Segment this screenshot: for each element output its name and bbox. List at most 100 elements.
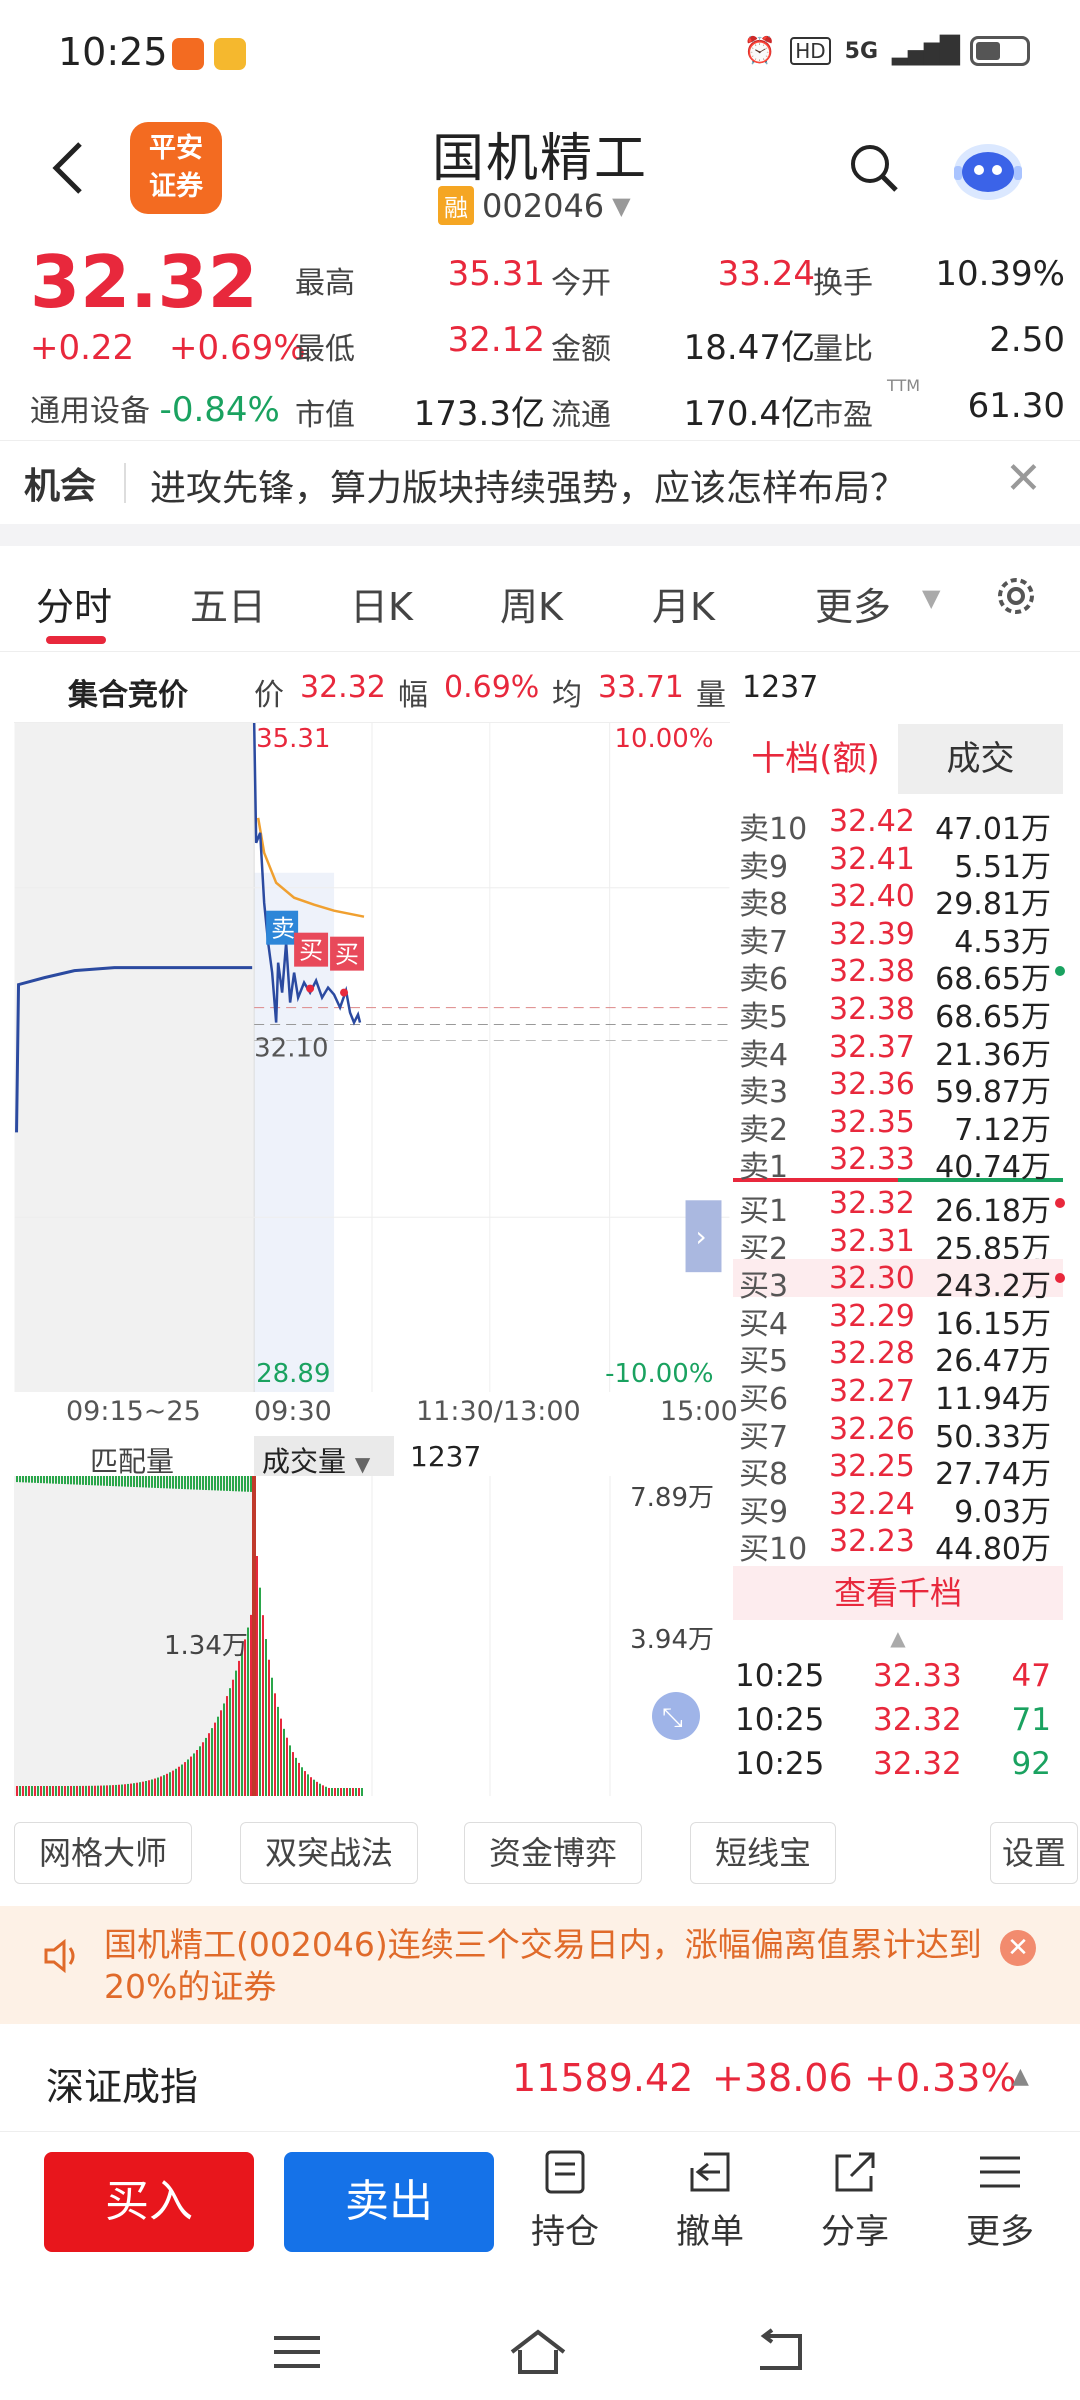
news-divider	[124, 463, 126, 503]
close-icon[interactable]: ✕	[1000, 1930, 1036, 1966]
share-button[interactable]: 分享	[805, 2148, 905, 2253]
buy-level-row[interactable]: 买1 32.32 26.18万	[733, 1184, 1065, 1229]
level-price: 32.26	[829, 1411, 915, 1447]
buy-level-row[interactable]: 买4 32.29 16.15万	[733, 1297, 1063, 1342]
buy-level-row[interactable]: 买9 32.24 9.03万	[733, 1485, 1063, 1530]
trade-volume-bar	[283, 1728, 285, 1796]
auction-volume-bar	[145, 1780, 147, 1796]
match-volume-bar	[220, 1476, 222, 1491]
sell-level-row[interactable]: 卖8 32.40 29.81万	[733, 877, 1063, 922]
match-volume-bar	[124, 1476, 126, 1487]
recent-apps-icon[interactable]	[272, 2332, 322, 2372]
index-ticker[interactable]: 深证成指 11589.42 +38.06 +0.33% ▲	[0, 2024, 1080, 2132]
buy-level-row[interactable]: 买3 32.30 243.2万	[733, 1259, 1065, 1304]
tab-ten-levels[interactable]: 十档(额)	[733, 724, 898, 794]
auction-volume-bar	[40, 1785, 42, 1796]
tab-daily-k[interactable]: 日K	[350, 576, 413, 631]
gear-icon[interactable]	[990, 570, 1042, 622]
sell-levels: 卖10 32.42 47.01万 卖9 32.41 5.51万 卖8 32.40 29.81万卖…	[733, 794, 1065, 1185]
back-nav-icon[interactable]	[752, 2328, 808, 2376]
index-value: 11589.42	[512, 2056, 694, 2100]
signal-label: 5G	[844, 38, 879, 64]
auction-volume-bar	[163, 1775, 165, 1796]
status-indicators: ⏰ HD 5G ▂▄▆█	[744, 36, 1030, 66]
sell-level-row[interactable]: 卖2 32.35 7.12万	[733, 1103, 1063, 1148]
buy-level-row[interactable]: 买10 32.23 44.80万	[733, 1522, 1063, 1567]
trade-volume-bar	[310, 1777, 312, 1796]
volume-type-selector[interactable]: 成交量 ▼	[254, 1436, 394, 1478]
robot-assistant-icon[interactable]	[948, 128, 1028, 208]
trade-volume-bar	[352, 1788, 354, 1796]
tab-intraday[interactable]: 分时	[36, 576, 112, 631]
tab-five-day[interactable]: 五日	[190, 576, 266, 631]
sell-level-row[interactable]: 卖9 32.41 5.51万	[733, 840, 1063, 885]
change-pct: +0.69%	[169, 328, 306, 368]
level-side: 卖1	[739, 1150, 789, 1186]
match-volume-bar	[223, 1476, 225, 1491]
sell-level-row[interactable]: 卖6 32.38 68.65万	[733, 952, 1065, 997]
sell-level-row[interactable]: 卖5 32.38 68.65万	[733, 990, 1063, 1035]
sector-name: 通用设备	[30, 394, 150, 429]
more-menu-button[interactable]: 更多	[950, 2148, 1050, 2253]
tool-double-breakout[interactable]: 双突战法	[240, 1822, 418, 1884]
tool-short-term[interactable]: 短线宝	[690, 1822, 836, 1884]
tool-fund-game[interactable]: 资金博弈	[464, 1822, 642, 1884]
stat-value: 10.39%	[935, 254, 1065, 294]
sell-level-row[interactable]: 卖7 32.39 4.53万	[733, 915, 1063, 960]
trade-volume-bar	[325, 1786, 327, 1796]
auction-volume-bar	[85, 1785, 87, 1796]
sell-level-row[interactable]: 卖10 32.42 47.01万	[733, 802, 1063, 847]
search-icon[interactable]	[848, 142, 900, 194]
news-banner[interactable]: 机会 进攻先锋，算力版块持续强势，应该怎样布局？ ✕	[0, 440, 1080, 524]
up-arrow-icon[interactable]: ▲	[733, 1620, 1063, 1656]
low-label: 28.89	[256, 1359, 330, 1389]
buy-level-row[interactable]: 买6 32.27 11.94万	[733, 1372, 1063, 1417]
buy-level-row[interactable]: 买2 32.31 25.85万	[733, 1222, 1063, 1267]
level-price: 32.35	[829, 1104, 915, 1140]
more-label: 更多	[966, 2212, 1034, 2252]
buy-button[interactable]: 买入	[44, 2152, 254, 2252]
risk-alert-banner[interactable]: 国机精工(002046)连续三个交易日内，涨幅偏离值累计达到20%的证券 ✕	[0, 1906, 1080, 2024]
menu-icon	[980, 2156, 1020, 2188]
match-volume-bar	[115, 1476, 117, 1487]
buy-level-row[interactable]: 买5 32.28 26.47万	[733, 1334, 1063, 1379]
tab-weekly-k[interactable]: 周K	[500, 576, 563, 631]
stock-code-selector[interactable]: 融 002046 ▼	[438, 186, 631, 225]
match-volume-bar	[175, 1476, 177, 1489]
match-volume-bar	[136, 1476, 138, 1488]
tool-grid-master[interactable]: 网格大师	[14, 1822, 192, 1884]
cancel-order-button[interactable]: 撤单	[660, 2148, 760, 2253]
intraday-price-chart[interactable]: 卖 买 买 35.31 10.00% 32.10 28.89 -10.00% ›	[14, 722, 730, 1392]
auction-vol-label: 量	[696, 678, 726, 713]
trade-vol: 47	[1011, 1657, 1051, 1694]
trade-volume-bar	[277, 1706, 279, 1796]
chevron-down-icon[interactable]: ▼	[922, 584, 940, 612]
trade-volume-bar	[340, 1788, 342, 1796]
time-label: 11:30/13:00	[416, 1396, 581, 1427]
news-text[interactable]: 进攻先锋，算力版块持续强势，应该怎样布局？	[150, 459, 906, 511]
close-icon[interactable]: ✕	[1005, 453, 1042, 504]
stat-label: 最低	[295, 332, 355, 367]
system-nav-bar	[0, 2302, 1080, 2400]
sell-level-row[interactable]: 卖4 32.37 21.36万	[733, 1028, 1063, 1073]
chevron-up-icon[interactable]: ▲	[1012, 2064, 1029, 2089]
buy-level-row[interactable]: 买7 32.26 50.33万	[733, 1410, 1063, 1455]
tab-more[interactable]: 更多	[815, 576, 891, 631]
tool-settings[interactable]: 设置	[990, 1822, 1078, 1884]
match-volume-bar	[205, 1476, 207, 1491]
auction-volume-bar	[199, 1746, 201, 1796]
home-icon[interactable]	[508, 2328, 568, 2376]
sector-info[interactable]: 通用设备 -0.84%	[30, 386, 280, 430]
sell-level-row[interactable]: 卖3 32.36 59.87万	[733, 1065, 1063, 1110]
match-volume-bar	[235, 1476, 237, 1492]
tab-match-volume[interactable]: 匹配量	[90, 1440, 174, 1480]
holdings-button[interactable]: 持仓	[515, 2148, 615, 2253]
status-time: 10:25	[58, 30, 168, 74]
sell-button[interactable]: 卖出	[284, 2152, 494, 2252]
sell-level-row[interactable]: 卖1 32.33 40.74万	[733, 1140, 1063, 1185]
buy-level-row[interactable]: 买8 32.25 27.74万	[733, 1447, 1063, 1492]
view-thousand-levels-button[interactable]: 查看千档	[733, 1565, 1063, 1620]
tab-trades[interactable]: 成交	[898, 724, 1063, 794]
tab-monthly-k[interactable]: 月K	[652, 576, 715, 631]
match-volume-bar	[247, 1476, 249, 1492]
